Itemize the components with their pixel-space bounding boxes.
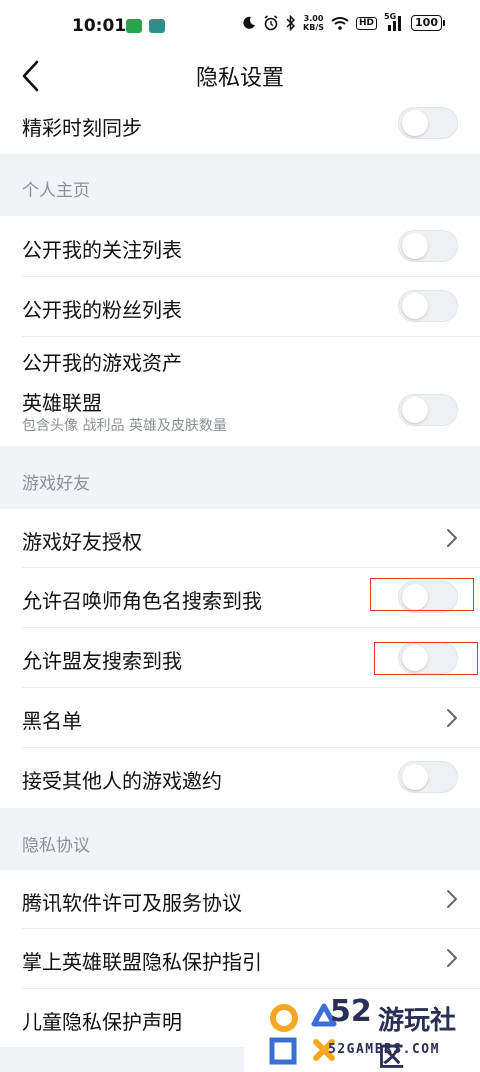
network-speed: 3.00 KB/S: [303, 14, 325, 32]
highlight-sync-toggle[interactable]: [398, 107, 458, 139]
status-bar: 10:01 3.00 KB/S HD 5G 100: [0, 0, 480, 52]
section-header-privacy: 隐私协议: [0, 808, 480, 870]
section-header-profile: 个人主页: [0, 154, 480, 216]
watermark-symbol-icon: [269, 1003, 337, 1065]
setting-row-friend-auth[interactable]: 游戏好友授权: [0, 509, 480, 568]
setting-row-accept-invites: 接受其他人的游戏邀约: [0, 748, 480, 808]
app-notification-icon: [149, 19, 165, 33]
public-follow-toggle[interactable]: [398, 230, 458, 262]
game-description: 包含头像 战利品 英雄及皮肤数量: [22, 418, 227, 434]
highlight-box: [374, 642, 478, 675]
moon-icon: [243, 16, 256, 29]
status-icons: 3.00 KB/S HD 5G 100: [242, 12, 445, 32]
battery-icon: 100: [411, 15, 445, 31]
setting-row-blacklist[interactable]: 黑名单: [0, 688, 480, 748]
nav-bar: 隐私设置: [0, 52, 480, 102]
toggle-knob: [402, 233, 428, 259]
setting-row-highlight-sync: 精彩时刻同步: [0, 102, 480, 154]
setting-row-public-fans: 公开我的粉丝列表: [0, 277, 480, 337]
chevron-right-icon: [447, 890, 457, 908]
hd-badge: HD: [356, 16, 378, 30]
alarm-icon: [264, 15, 278, 31]
toggle-knob: [402, 397, 428, 423]
setting-row-public-assets: 公开我的游戏资产 英雄联盟 包含头像 战利品 英雄及皮肤数量: [0, 337, 480, 446]
bluetooth-icon: [286, 15, 296, 31]
section-title: 个人主页: [22, 181, 90, 201]
toggle-knob: [402, 110, 428, 136]
setting-label: 允许召唤师角色名搜索到我: [22, 589, 262, 613]
setting-label: 掌上英雄联盟隐私保护指引: [22, 950, 262, 974]
chevron-right-icon: [447, 949, 457, 967]
watermark-logo: 52 游玩社区 52GAMERS.COM: [244, 990, 480, 1072]
setting-label: 黑名单: [22, 709, 82, 733]
game-assets-lol-toggle[interactable]: [398, 394, 458, 426]
section-header-friends: 游戏好友: [0, 446, 480, 509]
chevron-right-icon: [447, 529, 457, 547]
setting-label: 接受其他人的游戏邀约: [22, 769, 222, 793]
toggle-knob: [402, 764, 428, 790]
watermark-domain: 52GAMERS.COM: [328, 1042, 440, 1057]
signal-icon: 5G: [384, 12, 404, 31]
chevron-right-icon: [447, 709, 457, 727]
setting-label: 游戏好友授权: [22, 530, 142, 554]
highlight-box: [370, 578, 474, 611]
setting-row-privacy-guide[interactable]: 掌上英雄联盟隐私保护指引: [0, 929, 480, 989]
setting-label: 公开我的关注列表: [22, 238, 182, 262]
setting-label: 精彩时刻同步: [22, 116, 142, 140]
app-notification-icon: [126, 19, 142, 33]
watermark-name: 游玩社区: [378, 1006, 457, 1072]
page-title: 隐私设置: [195, 66, 284, 91]
wifi-icon: [331, 17, 349, 30]
setting-label: 公开我的游戏资产: [22, 351, 182, 375]
public-fans-toggle[interactable]: [398, 290, 458, 322]
accept-invites-toggle[interactable]: [398, 761, 458, 793]
setting-label: 允许盟友搜索到我: [22, 649, 182, 673]
game-label: 英雄联盟: [22, 391, 102, 415]
setting-label: 儿童隐私保护声明: [22, 1010, 182, 1034]
watermark-number: 52: [330, 994, 372, 1029]
setting-label: 公开我的粉丝列表: [22, 298, 182, 322]
section-title: 游戏好友: [22, 474, 90, 494]
status-time: 10:01: [72, 16, 127, 36]
setting-row-tencent-license[interactable]: 腾讯软件许可及服务协议: [0, 870, 480, 929]
setting-row-public-follow: 公开我的关注列表: [0, 216, 480, 277]
toggle-knob: [402, 293, 428, 319]
setting-label: 腾讯软件许可及服务协议: [22, 891, 242, 915]
section-title: 隐私协议: [22, 836, 90, 856]
